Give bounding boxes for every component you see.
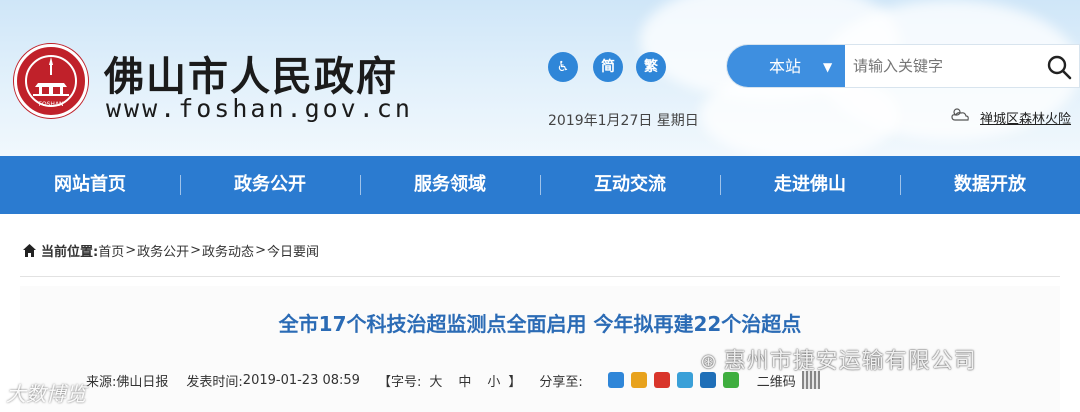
nav-item-open-data[interactable]: 数据开放 <box>900 156 1080 214</box>
breadcrumb-separator: > <box>125 242 137 258</box>
qzone-share-icon[interactable] <box>607 372 624 388</box>
search-input[interactable] <box>845 45 1035 87</box>
main-nav: 网站首页 政务公开 服务领域 互动交流 走进佛山 数据开放 <box>0 156 1080 214</box>
published-value: 2019-01-23 08:59 <box>242 372 360 388</box>
tencent-weibo-share-icon[interactable] <box>676 372 693 388</box>
breadcrumb-separator: > <box>255 242 266 258</box>
nav-item-interaction[interactable]: 互动交流 <box>540 156 720 214</box>
article-title: 全市17个科技治超监测点全面启用 今年拟再建22个治超点 <box>278 312 802 336</box>
search-box: 本站 ▼ <box>726 44 1080 88</box>
nav-item-home[interactable]: 网站首页 <box>0 156 180 214</box>
published-label: 发表时间: <box>186 374 243 390</box>
chevron-down-icon: ▼ <box>823 60 833 74</box>
watermark-source: 大数博览 <box>6 378 86 407</box>
watermark-company: ⊛ 惠州市捷安运输有限公司 <box>700 343 977 375</box>
fontsize-close: 】 <box>508 374 522 390</box>
source-value: 佛山日报 <box>116 374 169 390</box>
breadcrumb-label: 当前位置: <box>41 244 99 260</box>
breadcrumb-separator: > <box>190 242 202 258</box>
traditional-chinese-button[interactable]: 繁 <box>636 52 666 82</box>
traditional-label: 繁 <box>644 59 658 75</box>
site-logo-emblem[interactable]: FOSHAN <box>14 44 88 118</box>
source-label: 来源: <box>86 374 117 390</box>
breadcrumb: 当前位置: 首页 > 政务公开 > 政务动态 > 今日要闻 <box>22 238 319 262</box>
fontsize-small-button[interactable]: 小 <box>487 371 500 390</box>
nav-item-services[interactable]: 服务领域 <box>360 156 540 214</box>
fontsize-medium-button[interactable]: 中 <box>458 371 471 390</box>
site-domain: www.foshan.gov.cn <box>106 94 413 123</box>
fire-risk-notice-link[interactable]: 禅城区森林火险 <box>980 108 1071 127</box>
home-icon <box>23 243 36 257</box>
search-icon[interactable] <box>1045 53 1073 81</box>
wechat-watermark-icon: ⊛ <box>700 349 718 373</box>
breadcrumb-item-government-affairs[interactable]: 政务公开 <box>137 241 189 260</box>
wheelchair-icon: ♿ <box>556 59 570 75</box>
current-date: 2019年1月27日 星期日 <box>548 113 699 129</box>
site-header: FOSHAN 佛山市人民政府 www.foshan.gov.cn ♿ 简 繁 2… <box>0 0 1080 156</box>
simplified-label: 简 <box>601 59 615 75</box>
weibo-share-icon[interactable] <box>653 372 670 388</box>
breadcrumb-item-news[interactable]: 政务动态 <box>202 241 254 260</box>
watermark-company-text: 惠州市捷安运输有限公司 <box>723 349 977 374</box>
qq-share-icon[interactable] <box>630 372 647 388</box>
breadcrumb-item-today[interactable]: 今日要闻 <box>267 241 319 260</box>
simplified-chinese-button[interactable]: 简 <box>593 52 623 82</box>
nav-item-about-foshan[interactable]: 走进佛山 <box>720 156 900 214</box>
breadcrumb-item-home[interactable]: 首页 <box>98 241 124 260</box>
logo-caption: FOSHAN <box>38 101 64 108</box>
watermark-source-text: 大数博览 <box>6 382 86 406</box>
search-scope-dropdown[interactable]: 本站 ▼ <box>727 45 845 87</box>
divider <box>20 276 1060 277</box>
share-label: 分享至: <box>539 374 583 390</box>
search-scope-label: 本站 <box>769 57 802 76</box>
fontsize-label: 【字号: <box>377 374 422 390</box>
accessibility-button[interactable]: ♿ <box>548 52 578 82</box>
weather-cloud-icon <box>951 108 969 121</box>
fontsize-large-button[interactable]: 大 <box>429 371 442 390</box>
nav-item-government-affairs[interactable]: 政务公开 <box>180 156 360 214</box>
